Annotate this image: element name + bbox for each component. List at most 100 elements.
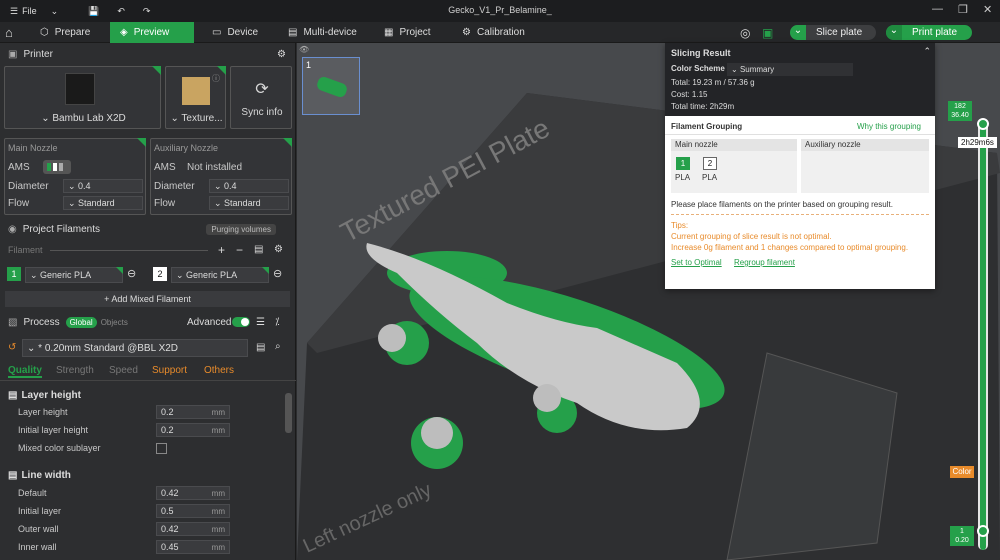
- filament-chip-2[interactable]: 2: [703, 157, 717, 170]
- initial-layer-height-input[interactable]: 0.2 mm: [156, 423, 230, 437]
- plate-thumbnail[interactable]: 1: [302, 57, 360, 115]
- selected-corner: [152, 66, 161, 75]
- set-to-optimal-link[interactable]: Set to Optimal: [671, 258, 722, 267]
- bottom-layer-height: 0.20: [955, 537, 969, 544]
- close-icon[interactable]: ✕: [983, 3, 992, 16]
- printer-image: [65, 73, 95, 105]
- tab-support[interactable]: Support: [152, 365, 187, 376]
- global-toggle[interactable]: Global: [65, 316, 97, 328]
- main-nozzle-group-title: Main nozzle: [671, 139, 797, 151]
- tab-speed[interactable]: Speed: [109, 365, 138, 376]
- purging-volumes-button[interactable]: Purging volumes: [206, 223, 276, 235]
- top-layer-handle[interactable]: [977, 118, 989, 130]
- ams-icon[interactable]: [43, 160, 71, 174]
- chevron-down-icon[interactable]: ⌄: [51, 6, 59, 17]
- minimize-icon[interactable]: —: [932, 3, 943, 15]
- tab-multi-device[interactable]: ▤ Multi-device: [278, 22, 367, 43]
- gear-icon[interactable]: ⚙: [277, 49, 286, 60]
- info-icon[interactable]: ⓘ: [212, 73, 220, 84]
- regroup-filament-link[interactable]: Regroup filament: [734, 258, 795, 267]
- objects-toggle[interactable]: Objects: [101, 318, 128, 327]
- list-icon[interactable]: ☰: [256, 317, 265, 328]
- remove-icon[interactable]: −: [236, 243, 243, 257]
- chevron-down-icon[interactable]: ⌄: [886, 25, 902, 40]
- tab-strength[interactable]: Strength: [56, 365, 94, 376]
- mixed-color-checkbox[interactable]: [156, 443, 167, 454]
- process-icon: ▧: [8, 316, 18, 328]
- redo-icon[interactable]: ↷: [143, 6, 151, 17]
- tab-calibration[interactable]: ⚙ Calibration: [452, 22, 535, 43]
- why-grouping-link[interactable]: Why this grouping: [857, 122, 921, 131]
- menu-icon: ☰: [10, 5, 19, 16]
- tab-others[interactable]: Others: [204, 365, 234, 376]
- filaments-section-title: Project Filaments: [22, 223, 100, 235]
- collapse-icon[interactable]: ⌃: [923, 46, 931, 57]
- printer-name: Bambu Lab X2D: [52, 113, 126, 124]
- edit-icon[interactable]: ▤: [254, 244, 263, 255]
- file-menu[interactable]: ☰ File ⌄: [10, 6, 58, 17]
- remove-filament-icon[interactable]: ⊖: [273, 267, 282, 280]
- reset-icon[interactable]: ↺: [8, 342, 16, 353]
- chevron-down-icon: ⌄: [27, 342, 39, 354]
- printer-section-title: Printer: [23, 48, 53, 60]
- outer-wall-input[interactable]: 0.42 mm: [156, 522, 230, 536]
- tab-preview[interactable]: ◈ Preview: [110, 22, 194, 43]
- add-icon[interactable]: +: [218, 243, 225, 257]
- line-width-group: ▤ Line width: [0, 466, 296, 484]
- filament-chip-1-type: PLA: [675, 173, 691, 182]
- layer-height-label: Layer height: [18, 407, 68, 417]
- undo-icon[interactable]: ↶: [117, 6, 125, 17]
- add-mixed-filament-button[interactable]: + Add Mixed Filament: [5, 291, 290, 307]
- plate-selector[interactable]: ⓘ ⌄ Texture...: [165, 66, 226, 129]
- device-status-icon[interactable]: ▣: [752, 22, 783, 43]
- tab-project[interactable]: ▦ Project: [374, 22, 441, 43]
- remove-filament-icon[interactable]: ⊖: [127, 267, 136, 280]
- process-preset-select[interactable]: ⌄ * 0.20mm Standard @BBL X2D: [22, 339, 248, 357]
- layer-height-input[interactable]: 0.2 mm: [156, 405, 230, 419]
- sync-info-button[interactable]: ⟳ Sync info: [230, 66, 292, 129]
- plate-name-row: ⌄ Texture...: [166, 113, 227, 124]
- tab-prepare[interactable]: ⬡ Prepare: [30, 22, 100, 43]
- default-width-input[interactable]: 0.42 mm: [156, 486, 230, 500]
- compare-icon[interactable]: ⁒: [275, 317, 280, 328]
- chevron-down-icon[interactable]: ⌄: [790, 25, 806, 40]
- printer-selector[interactable]: ⌄ Bambu Lab X2D: [4, 66, 161, 129]
- aux-flow-select[interactable]: ⌄ Standard: [209, 196, 289, 210]
- filament-1-name: Generic PLA: [40, 270, 92, 280]
- gear-icon[interactable]: ⚙: [274, 244, 283, 255]
- filament-label: Filament: [8, 245, 43, 255]
- restore-icon[interactable]: ❐: [958, 3, 968, 16]
- main-diameter-select[interactable]: ⌄ 0.4: [63, 179, 143, 193]
- initial-layer-width-label: Initial layer: [18, 506, 62, 516]
- color-scheme-select[interactable]: ⌄ Summary: [727, 63, 853, 76]
- plate-image: [182, 77, 210, 105]
- aux-nozzle-card: Auxiliary Nozzle AMS Not installed Diame…: [150, 138, 292, 215]
- tab-preview-label: Preview: [133, 27, 170, 38]
- initial-layer-width-input[interactable]: 0.5 mm: [156, 504, 230, 518]
- color-button[interactable]: Color: [950, 466, 974, 478]
- filament-2-select[interactable]: ⌄ Generic PLA: [171, 267, 269, 283]
- home-icon[interactable]: ⌂: [0, 22, 24, 43]
- filament-1-select[interactable]: ⌄ Generic PLA: [25, 267, 123, 283]
- save-icon[interactable]: ▤: [256, 342, 265, 353]
- layer-slider[interactable]: [977, 118, 989, 550]
- eye-icon[interactable]: 👁: [299, 45, 309, 54]
- inner-wall-input[interactable]: 0.45 mm: [156, 540, 230, 554]
- search-icon[interactable]: ⌕: [275, 341, 281, 352]
- unit-label: mm: [211, 524, 225, 534]
- tab-quality[interactable]: Quality: [8, 365, 42, 378]
- tab-calibration-label: Calibration: [476, 27, 525, 38]
- filament-1-swatch[interactable]: 1: [7, 267, 21, 281]
- bottom-layer-handle[interactable]: [977, 525, 989, 537]
- save-icon[interactable]: 💾: [88, 6, 99, 17]
- main-flow-select[interactable]: ⌄ Standard: [63, 196, 143, 210]
- filament-2-swatch[interactable]: 2: [153, 267, 167, 281]
- main-nozzle-group: Main nozzle 1 PLA 2 PLA: [671, 139, 797, 193]
- inner-wall-value: 0.45: [161, 542, 179, 552]
- filament-chip-1[interactable]: 1: [676, 157, 690, 170]
- tab-device[interactable]: ▭ Device: [202, 22, 268, 43]
- aux-diameter-select[interactable]: ⌄ 0.4: [209, 179, 289, 193]
- print-plate-button[interactable]: ⌄ Print plate: [886, 25, 972, 40]
- advanced-toggle[interactable]: [232, 317, 250, 327]
- slice-plate-button[interactable]: ⌄ Slice plate: [790, 25, 876, 40]
